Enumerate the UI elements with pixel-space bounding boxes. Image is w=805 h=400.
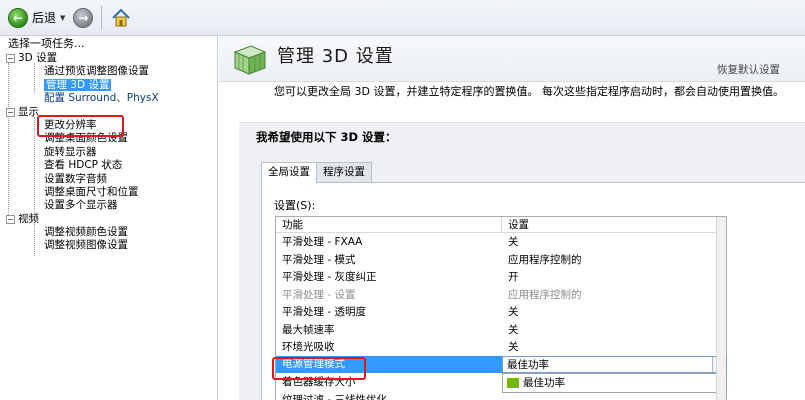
tree-node-video-color[interactable]: 调整视频颜色设置 [2,226,217,239]
navigation-toolbar: ← 后退 ▼ → [0,0,805,36]
section-title: 我希望使用以下 3D 设置： [256,130,397,144]
settings-tabs: 全局设置 程序设置 [261,162,372,183]
collapse-icon[interactable]: − [6,54,15,63]
vertical-scrollbar[interactable] [716,217,726,400]
task-tree: − 3D 设置 通过预览调整图像设置 管理 3D 设置 配置 Surround、… [0,52,217,256]
select-value: 最佳功率 [507,358,549,371]
tree-node-label: 旋转显示器 [44,145,97,158]
column-header-setting[interactable]: 设置 [502,217,529,232]
collapse-icon[interactable]: − [6,107,15,117]
feature-cell: 最大帧速率 [282,323,335,336]
settings-label: 设置(S): [274,199,316,212]
feature-cell: 平滑处理 - 灰度纠正 [282,271,377,284]
page-banner: 管理 3D 设置 恢复默认设置 [219,36,805,82]
toolbar-separator [101,5,103,30]
tree-node-label: 3D 设置 [18,52,58,64]
tree-node-video-image[interactable]: 调整视频图像设置 [2,239,217,252]
grid-header: 功能 设置 [276,217,726,233]
back-arrow-icon: ← [8,7,28,28]
tree-node-label: 显示 [18,105,39,118]
tree-node-label: 配置 Surround、PhysX [44,92,159,105]
tree-node-video[interactable]: − 视频 [2,213,217,226]
table-row[interactable]: 平滑处理 - 设置 应用程序控制的 [276,286,726,304]
tree-node-label: 调整视频图像设置 [44,239,128,252]
setting-cell: 关 [508,341,519,354]
tree-node-digital-audio[interactable]: 设置数字音频 [2,173,217,186]
tree-node-multiple-displays[interactable]: 设置多个显示器 [2,199,217,212]
table-row[interactable]: 平滑处理 - 模式 应用程序控制的 [276,251,726,269]
feature-cell: 平滑处理 - FXAA [282,236,363,249]
tree-node-label: 设置数字音频 [44,172,107,185]
table-row[interactable]: 环境光吸收 关 [276,338,726,356]
feature-cell: 平滑处理 - 设置 [282,288,356,301]
tree-node-label: 设置多个显示器 [44,199,118,212]
feature-cell: 平滑处理 - 透明度 [282,306,366,319]
feature-cell: 平滑处理 - 模式 [282,253,356,266]
setting-cell: 关 [508,236,519,249]
highlight-box [37,115,124,137]
task-panel-header: 选择一项任务... [8,37,85,50]
tree-node-surround-physx[interactable]: 配置 Surround、PhysX [2,92,217,105]
tree-node-rotate-display[interactable]: 旋转显示器 [2,146,217,159]
feature-cell: 纹理过滤 - 三线性优化 [282,393,387,400]
power-mode-select[interactable]: 最佳功率 ▼ [502,355,727,373]
table-row[interactable]: 最大帧速率 关 [276,321,726,339]
forward-arrow-icon: → [73,7,94,28]
table-row[interactable]: 平滑处理 - FXAA 关 [276,233,726,251]
tree-node-label: 查看 HDCP 状态 [44,159,123,172]
forward-button[interactable]: → [73,5,94,31]
table-row[interactable]: 平滑处理 - 透明度 关 [276,303,726,321]
tree-node-label: 调整桌面尺寸和位置 [44,185,139,198]
tree-node-manage-3d-settings[interactable]: 管理 3D 设置 [2,78,217,92]
content-panel: 管理 3D 设置 恢复默认设置 您可以更改全局 3D 设置，并建立特定程序的置换… [219,36,805,400]
dropdown-option[interactable]: 最佳功率 [503,374,726,392]
tree-node-desktop-size[interactable]: 调整桌面尺寸和位置 [2,186,217,199]
nvidia-icon [507,377,519,388]
tab-program-settings[interactable]: 程序设置 [316,162,372,182]
dropdown-list: 最佳功率 [502,372,727,393]
tree-node-label: 通过预览调整图像设置 [44,65,149,78]
tree-node-label: 视频 [18,212,39,225]
task-panel: 选择一项任务... − 3D 设置 通过预览调整图像设置 管理 3D 设置 配置… [0,36,218,400]
setting-cell: 应用程序控制的 [508,288,582,301]
tree-node-adjust-image-preview[interactable]: 通过预览调整图像设置 [2,65,217,78]
tree-node-label: 调整视频颜色设置 [44,226,128,239]
back-label: 后退 [32,11,57,25]
tree-node-label: 管理 3D 设置 [44,78,112,91]
3d-cube-icon [233,45,267,75]
setting-cell: 关 [508,323,519,336]
tree-node-hdcp-status[interactable]: 查看 HDCP 状态 [2,159,217,172]
back-button[interactable]: ← 后退 ▼ [8,5,65,31]
highlight-box [272,357,366,380]
tab-global-settings[interactable]: 全局设置 [261,162,317,183]
page-title: 管理 3D 设置 [277,46,394,67]
chevron-down-icon[interactable]: ▼ [60,14,65,22]
feature-cell: 环境光吸收 [282,341,335,354]
home-icon[interactable] [110,7,132,29]
tree-node-3d-settings[interactable]: − 3D 设置 [2,52,217,65]
collapse-icon[interactable]: − [6,214,15,224]
setting-cell: 应用程序控制的 [508,253,582,266]
setting-cell: 开 [508,271,519,284]
setting-cell: 关 [508,306,519,319]
table-row[interactable]: 平滑处理 - 灰度纠正 开 [276,268,726,286]
column-header-feature[interactable]: 功能 [276,217,502,232]
option-label: 最佳功率 [523,377,565,389]
page-description: 您可以更改全局 3D 设置，并建立特定程序的置换值。 每次这些指定程序启动时，都… [274,85,784,98]
restore-defaults-link[interactable]: 恢复默认设置 [717,62,780,77]
